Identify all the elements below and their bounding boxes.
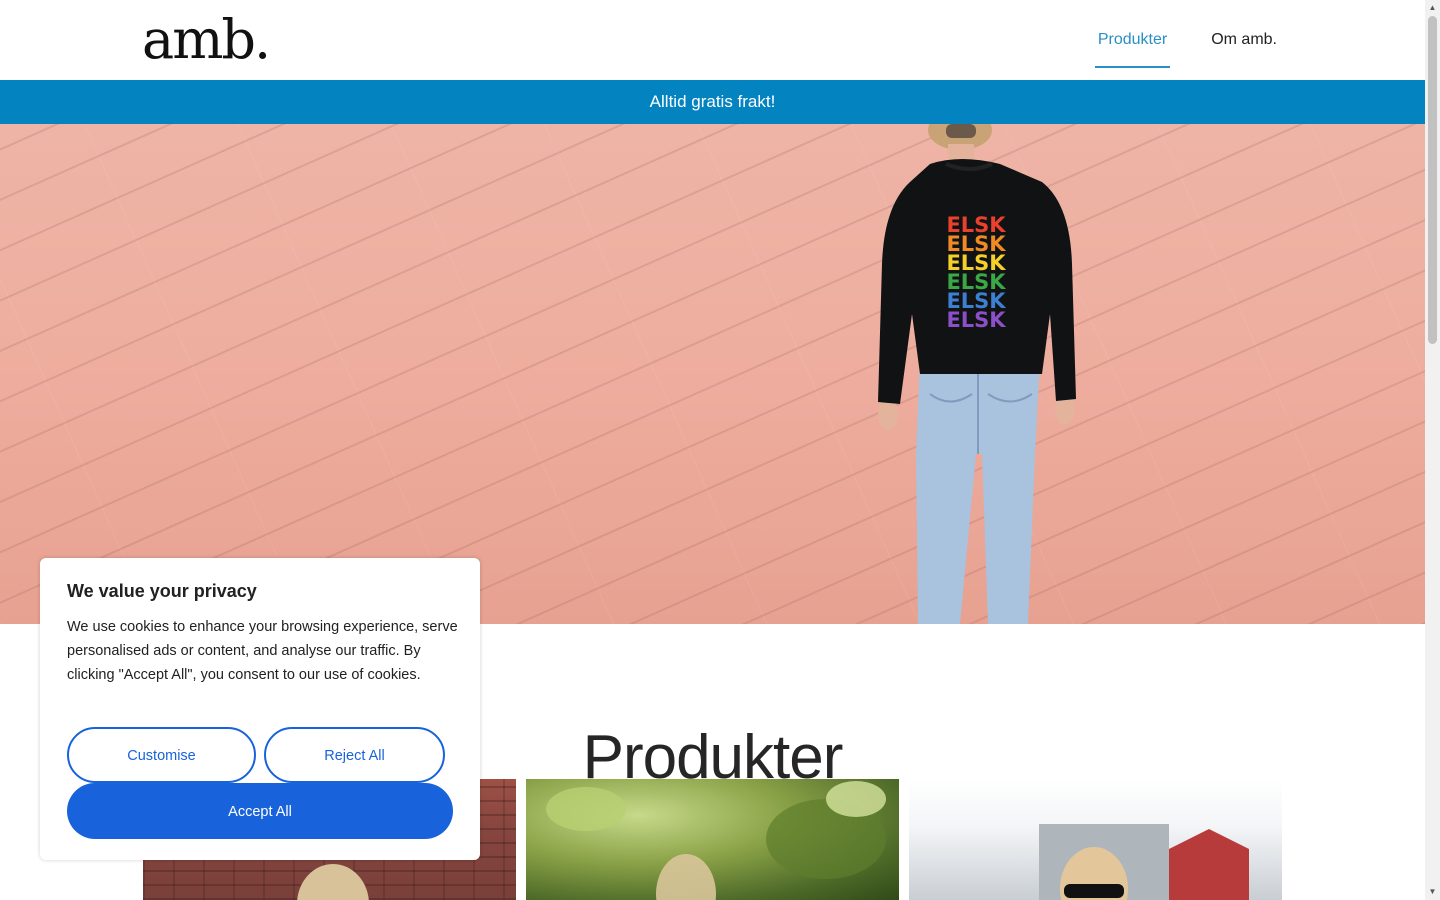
site-header: amb. Produkter Om amb. bbox=[0, 0, 1425, 80]
reject-all-button[interactable]: Reject All bbox=[264, 727, 445, 783]
page: amb. Produkter Om amb. Alltid gratis fra… bbox=[0, 0, 1425, 900]
person-hair-image bbox=[297, 864, 369, 900]
cookie-consent-dialog: We value your privacy We use cookies to … bbox=[40, 558, 480, 860]
product-card-image[interactable] bbox=[909, 779, 1282, 900]
hero-person-image: ELSK ELSK ELSK ELSK ELSK ELSK bbox=[878, 124, 1076, 624]
nav-item-produkter[interactable]: Produkter bbox=[1094, 0, 1171, 68]
cookie-description: We use cookies to enhance your browsing … bbox=[67, 619, 458, 683]
scrollbar-thumb[interactable] bbox=[1428, 16, 1437, 344]
customise-button[interactable]: Customise bbox=[67, 727, 256, 783]
scroll-down-arrow-icon[interactable]: ▼ bbox=[1425, 884, 1440, 900]
cookie-title: We value your privacy bbox=[67, 581, 257, 601]
vertical-scrollbar[interactable]: ▲ ▼ bbox=[1425, 0, 1440, 900]
accept-all-button[interactable]: Accept All bbox=[67, 783, 453, 839]
sweater-print-line: ELSK bbox=[946, 308, 1006, 332]
nav-item-om-amb[interactable]: Om amb. bbox=[1208, 0, 1280, 69]
foliage-image bbox=[546, 781, 886, 900]
free-shipping-banner: Alltid gratis frakt! bbox=[0, 80, 1425, 124]
waterfront-image bbox=[1039, 824, 1249, 900]
scroll-up-arrow-icon[interactable]: ▲ bbox=[1425, 0, 1440, 16]
hero-image: ELSK ELSK ELSK ELSK ELSK ELSK bbox=[0, 124, 1425, 624]
logo[interactable]: amb. bbox=[142, 8, 271, 72]
main-nav: Produkter Om amb. bbox=[1094, 0, 1280, 80]
product-card-image[interactable] bbox=[526, 779, 899, 900]
